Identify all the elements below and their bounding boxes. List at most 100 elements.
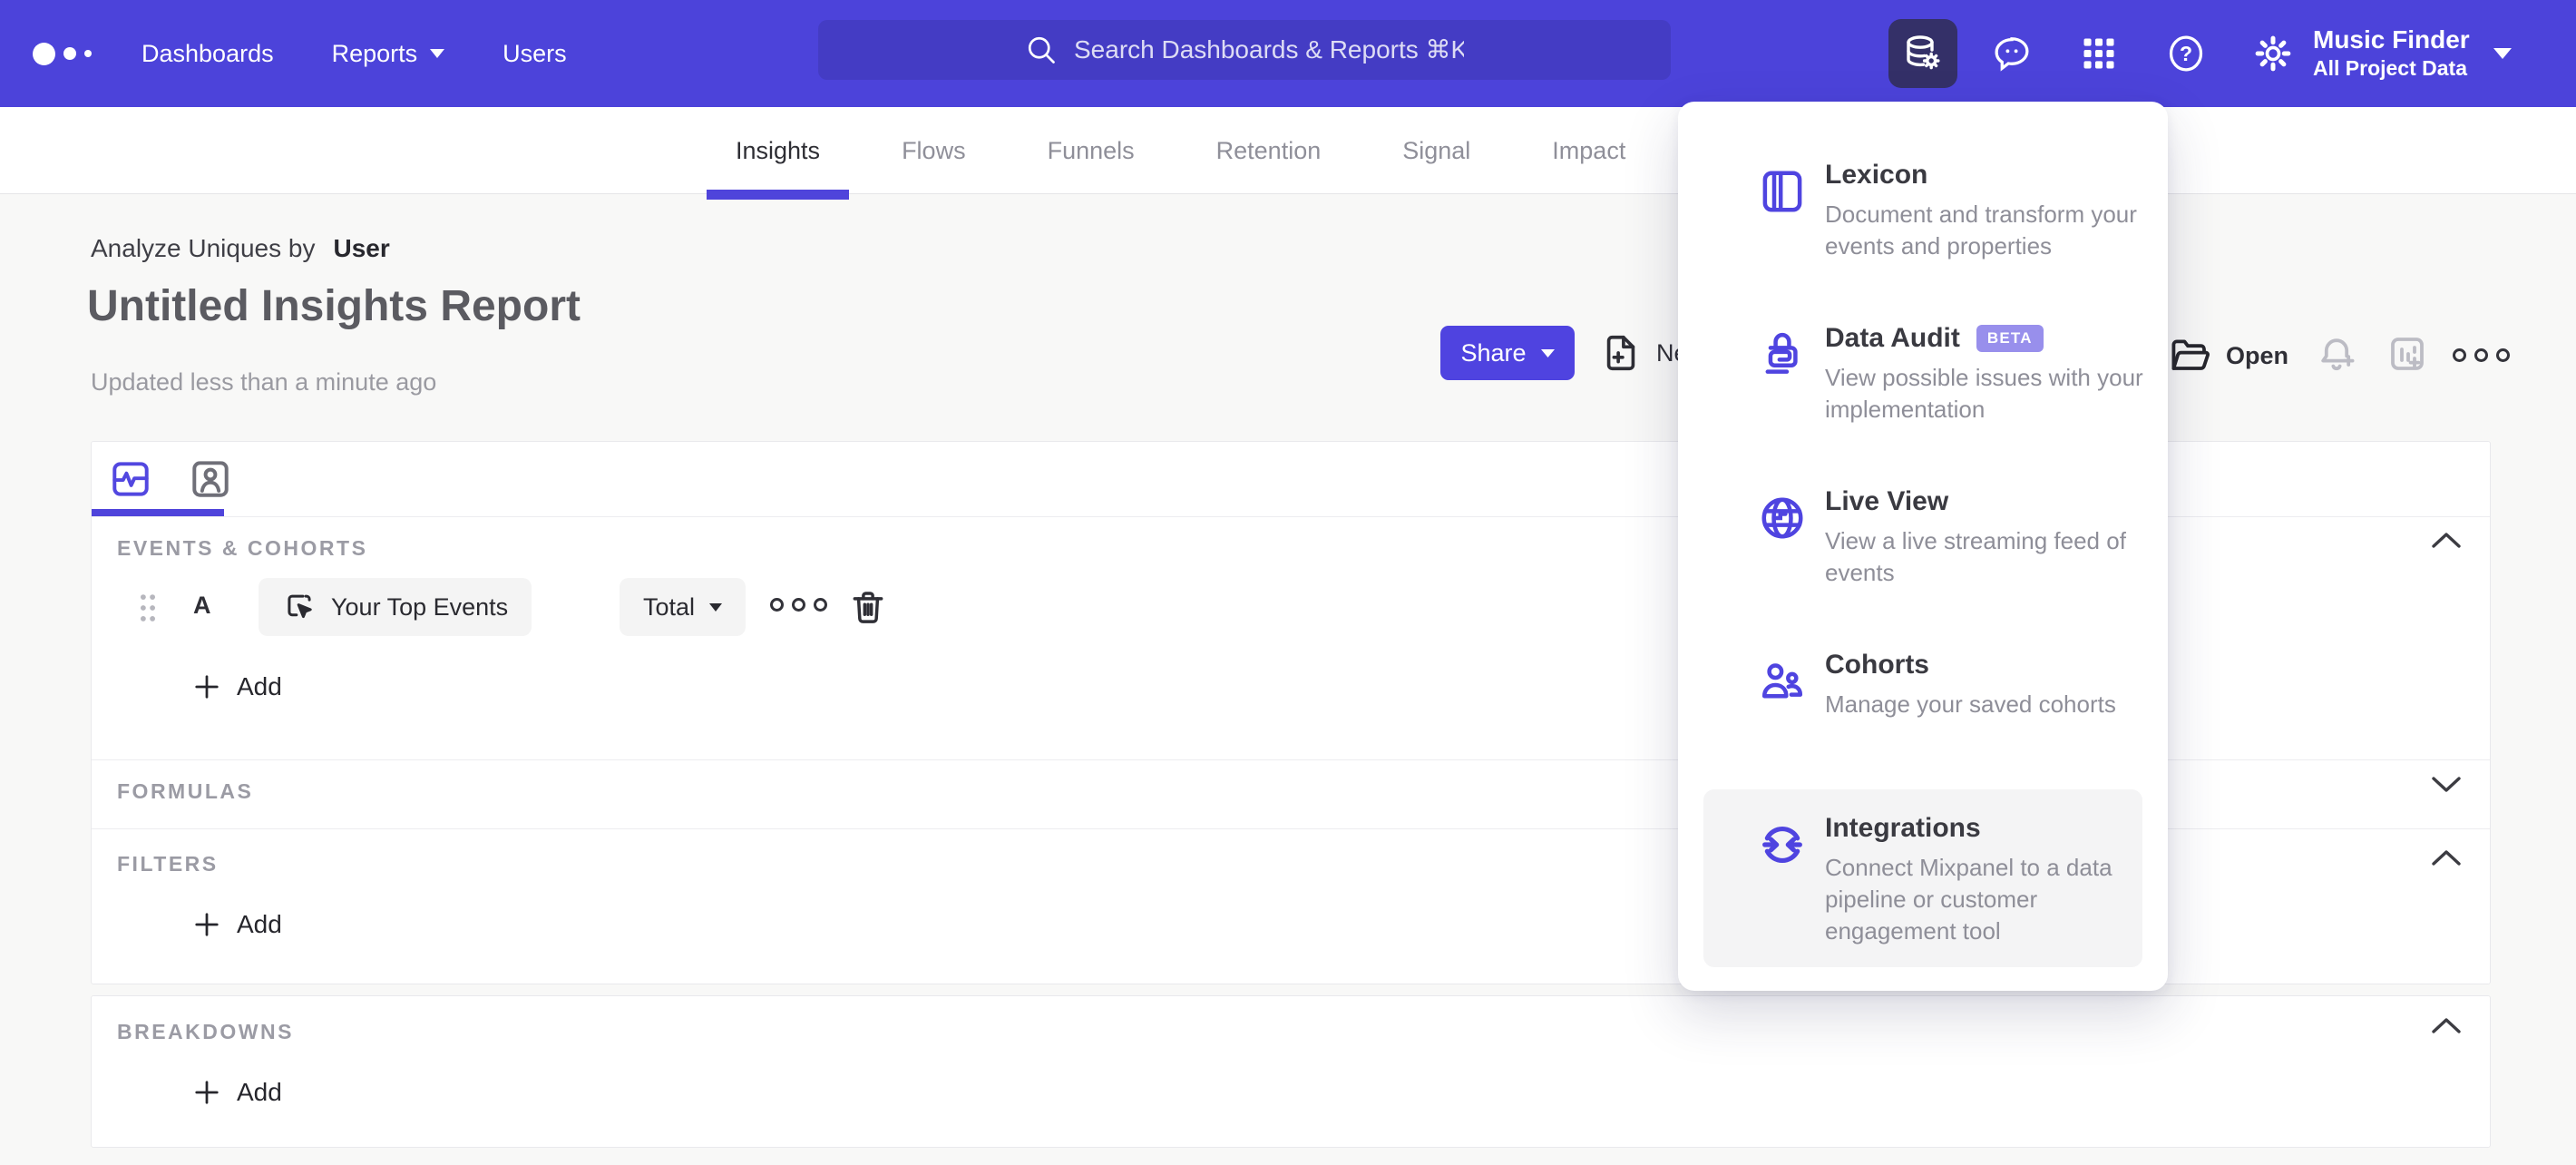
plus-icon <box>195 1081 219 1104</box>
project-name: Music Finder <box>2313 25 2470 54</box>
nav-users[interactable]: Users <box>503 40 567 68</box>
aggregation-selector[interactable]: Total <box>620 578 746 636</box>
help-icon: ? <box>2169 35 2203 72</box>
project-scope: All Project Data <box>2313 55 2467 80</box>
events-section-label: EVENTS & COHORTS <box>117 536 368 560</box>
beta-badge: BETA <box>1976 325 2044 352</box>
feedback-button[interactable] <box>1990 32 2034 75</box>
project-switcher[interactable]: Music Finder All Project Data <box>2313 0 2512 107</box>
database-gear-icon <box>1907 35 1940 70</box>
collapse-breakdowns-chevron-up-icon[interactable] <box>2430 1014 2463 1036</box>
nav-dashboards[interactable]: Dashboards <box>141 40 274 68</box>
breakdowns-card: BREAKDOWNS Add <box>91 995 2491 1148</box>
report-tabs: Insights Flows Funnels Retention Signal … <box>706 107 1631 200</box>
tab-flows-label: Flows <box>902 136 966 164</box>
global-search[interactable] <box>818 20 1671 80</box>
help-button[interactable]: ? <box>2164 32 2208 75</box>
nav-reports-label: Reports <box>331 39 418 67</box>
metrics-view-tab[interactable] <box>108 456 153 502</box>
open-report-label: Open <box>2226 341 2289 369</box>
page-title: Untitled Insights Report <box>87 282 581 330</box>
add-breakdown-button[interactable]: Add <box>193 1078 282 1107</box>
file-plus-icon <box>1606 335 1635 371</box>
nav-right-icons: ? <box>1888 0 2295 107</box>
analyze-value-selector[interactable]: User <box>333 234 389 262</box>
event-selector[interactable]: Your Top Events <box>259 578 532 636</box>
collapse-events-chevron-up-icon[interactable] <box>2430 529 2463 551</box>
add-event-label: Add <box>237 672 282 700</box>
tab-flows[interactable]: Flows <box>896 107 971 194</box>
chart-plus-icon <box>2391 338 2424 370</box>
tab-insights-label: Insights <box>736 136 821 164</box>
add-breakdown-label: Add <box>237 1078 282 1106</box>
menu-item-title: Data Audit <box>1825 323 1960 353</box>
add-filter-label: Add <box>237 910 282 938</box>
menu-item-description: Document and transform your events and p… <box>1825 201 2137 259</box>
menu-item-description: Manage your saved cohorts <box>1825 690 2116 718</box>
gear-icon <box>2255 35 2291 72</box>
menu-item-title: Integrations <box>1825 813 1981 843</box>
menu-item-title: Cohorts <box>1825 650 1929 680</box>
chevron-down-icon <box>1540 348 1555 357</box>
tab-signal-label: Signal <box>1402 136 1471 164</box>
menu-item-lexicon[interactable]: Lexicon Document and transform your even… <box>1678 136 2168 299</box>
ellipsis-icon <box>2453 348 2510 362</box>
menu-item-integrations[interactable]: Integrations Connect Mixpanel to a data … <box>1703 789 2142 967</box>
menu-item-cohorts-text: Cohorts Manage your saved cohorts <box>1825 650 2148 720</box>
data-audit-lock-icon <box>1765 333 1798 374</box>
tab-signal[interactable]: Signal <box>1397 107 1476 194</box>
chevron-down-icon <box>2493 48 2512 59</box>
breakdowns-section-label: BREAKDOWNS <box>117 1020 294 1043</box>
updated-timestamp: Updated less than a minute ago <box>91 368 437 396</box>
add-filter-button[interactable]: Add <box>193 910 282 939</box>
open-report-button[interactable]: Open <box>2168 334 2288 377</box>
tab-retention[interactable]: Retention <box>1211 107 1327 194</box>
add-to-board-button[interactable] <box>2386 332 2429 376</box>
share-button[interactable]: Share <box>1440 326 1575 380</box>
top-nav: Dashboards Reports Users Search Dashboar… <box>0 0 2576 107</box>
search-icon <box>1028 36 1055 64</box>
plus-icon <box>195 913 219 936</box>
menu-item-description: View a live streaming feed of events <box>1825 527 2126 586</box>
delete-row-trash-icon[interactable] <box>848 587 888 627</box>
more-actions-button[interactable] <box>2453 348 2510 362</box>
row-more-button[interactable] <box>770 598 827 612</box>
filters-section-label: FILTERS <box>117 852 219 876</box>
cohorts-people-icon <box>1761 663 1803 699</box>
menu-item-description: Connect Mixpanel to a data pipeline or c… <box>1825 854 2113 945</box>
create-alert-button[interactable] <box>2315 332 2358 376</box>
menu-item-title: Lexicon <box>1825 160 1928 190</box>
tab-insights[interactable]: Insights <box>706 107 850 200</box>
nav-users-label: Users <box>503 39 567 67</box>
data-management-button[interactable] <box>1888 19 1957 88</box>
tab-impact[interactable]: Impact <box>1547 107 1631 194</box>
profiles-view-tab[interactable] <box>188 456 233 502</box>
menu-item-description: View possible issues with your implement… <box>1825 364 2143 423</box>
tab-funnels-label: Funnels <box>1047 136 1135 164</box>
add-event-button[interactable]: Add <box>193 672 282 701</box>
mixpanel-logo-icon[interactable] <box>33 0 92 107</box>
integrations-sync-icon <box>1762 827 1802 863</box>
expand-formulas-chevron-down-icon[interactable] <box>2430 774 2463 796</box>
settings-button[interactable] <box>2251 32 2295 75</box>
primary-nav: Dashboards Reports Users <box>141 0 567 107</box>
menu-item-data-audit-text: Data Audit BETA View possible issues wit… <box>1825 323 2148 426</box>
pulse-chart-icon <box>112 462 149 496</box>
report-tabs-bar: Insights Flows Funnels Retention Signal … <box>0 107 2576 200</box>
person-card-icon <box>192 461 229 497</box>
search-input[interactable] <box>1074 35 1464 64</box>
lexicon-book-icon <box>1762 171 1802 212</box>
collapse-filters-chevron-up-icon[interactable] <box>2430 847 2463 868</box>
nav-reports[interactable]: Reports <box>332 40 445 68</box>
tab-retention-label: Retention <box>1215 136 1322 164</box>
drag-handle-icon[interactable] <box>137 592 159 623</box>
menu-item-data-audit[interactable]: Data Audit BETA View possible issues wit… <box>1678 299 2168 463</box>
nav-dashboards-label: Dashboards <box>141 39 274 67</box>
tab-funnels[interactable]: Funnels <box>1042 107 1140 194</box>
menu-item-live-view[interactable]: Live View View a live streaming feed of … <box>1678 463 2168 626</box>
apps-grid-button[interactable] <box>2077 32 2121 75</box>
aggregation-value: Total <box>643 592 696 621</box>
menu-item-lexicon-text: Lexicon Document and transform your even… <box>1825 160 2148 262</box>
share-button-label: Share <box>1460 338 1527 367</box>
menu-item-cohorts[interactable]: Cohorts Manage your saved cohorts <box>1678 626 2168 789</box>
